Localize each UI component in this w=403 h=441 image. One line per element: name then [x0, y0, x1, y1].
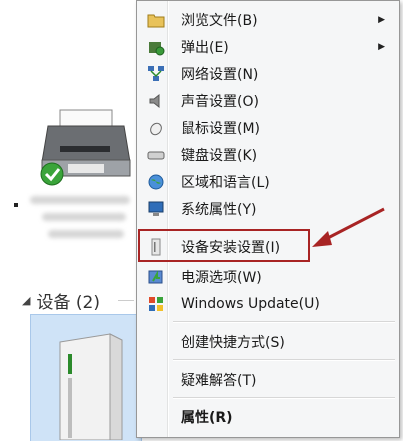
- eject-icon: [149, 42, 165, 56]
- network-icon: [148, 66, 164, 81]
- collapse-triangle-icon[interactable]: ◢: [22, 294, 30, 307]
- menu-item-region-language[interactable]: 区域和语言(L): [139, 169, 397, 195]
- menu-item-label: 区域和语言(L): [181, 175, 270, 191]
- devices-group-label: 设备 (2): [36, 293, 100, 313]
- highlight-box: [138, 229, 310, 262]
- menu-item-create-shortcut[interactable]: 创建快捷方式(S): [139, 329, 397, 355]
- menu-item-power-options[interactable]: 电源选项(W): [139, 264, 397, 290]
- menu-item-label: Windows Update(U): [181, 296, 320, 312]
- mouse-icon: [150, 122, 162, 136]
- menu-item-network-settings[interactable]: 网络设置(N): [139, 61, 397, 87]
- menu-item-label: 疑难解答(T): [181, 373, 257, 389]
- menu-separator: [173, 321, 395, 323]
- menu-item-label: 鼠标设置(M): [181, 121, 261, 137]
- menu-item-sound-settings[interactable]: 声音设置(O): [139, 88, 397, 114]
- menu-item-troubleshoot[interactable]: 疑难解答(T): [139, 367, 397, 393]
- blurred-text: [42, 213, 126, 221]
- menu-separator: [173, 397, 395, 399]
- menu-item-label: 网络设置(N): [181, 67, 259, 83]
- menu-item-label: 键盘设置(K): [181, 148, 258, 164]
- blurred-text: [30, 196, 130, 204]
- globe-icon: [148, 174, 164, 190]
- group-divider: [118, 300, 134, 301]
- menu-item-label: 属性(R): [181, 410, 233, 426]
- folder-icon: [147, 14, 165, 28]
- submenu-arrow-icon: ▶: [378, 15, 385, 25]
- menu-separator: [173, 359, 395, 361]
- menu-item-label: 系统属性(Y): [181, 202, 257, 218]
- power-icon: [148, 270, 163, 284]
- red-arrow-icon: [312, 207, 385, 247]
- menu-item-label: 浏览文件(B): [181, 13, 258, 29]
- menu-item-label: 电源选项(W): [181, 270, 262, 286]
- hard-drive-icon[interactable]: [50, 332, 128, 440]
- menu-item-windows-update[interactable]: Windows Update(U): [139, 291, 397, 317]
- menu-item-properties[interactable]: 属性(R): [139, 404, 397, 430]
- menu-item-mouse-settings[interactable]: 鼠标设置(M): [139, 115, 397, 141]
- menu-item-label: 声音设置(O): [181, 94, 259, 110]
- keyboard-icon: [147, 151, 165, 160]
- menu-item-eject[interactable]: 弹出(E) ▶: [139, 34, 397, 60]
- windows-update-icon: [149, 297, 163, 311]
- computer-icon: [148, 201, 164, 216]
- submenu-arrow-icon: ▶: [378, 42, 385, 52]
- menu-item-label: 创建快捷方式(S): [181, 335, 285, 351]
- printer-icon[interactable]: [38, 104, 134, 190]
- blurred-text: [48, 230, 124, 238]
- marker-dot: [14, 203, 18, 207]
- menu-item-keyboard-settings[interactable]: 键盘设置(K): [139, 142, 397, 168]
- speaker-icon: [149, 93, 160, 109]
- menu-item-label: 弹出(E): [181, 40, 229, 56]
- menu-item-browse-files[interactable]: 浏览文件(B) ▶: [139, 7, 397, 33]
- devices-group-header[interactable]: ◢ 设备 (2): [22, 288, 100, 313]
